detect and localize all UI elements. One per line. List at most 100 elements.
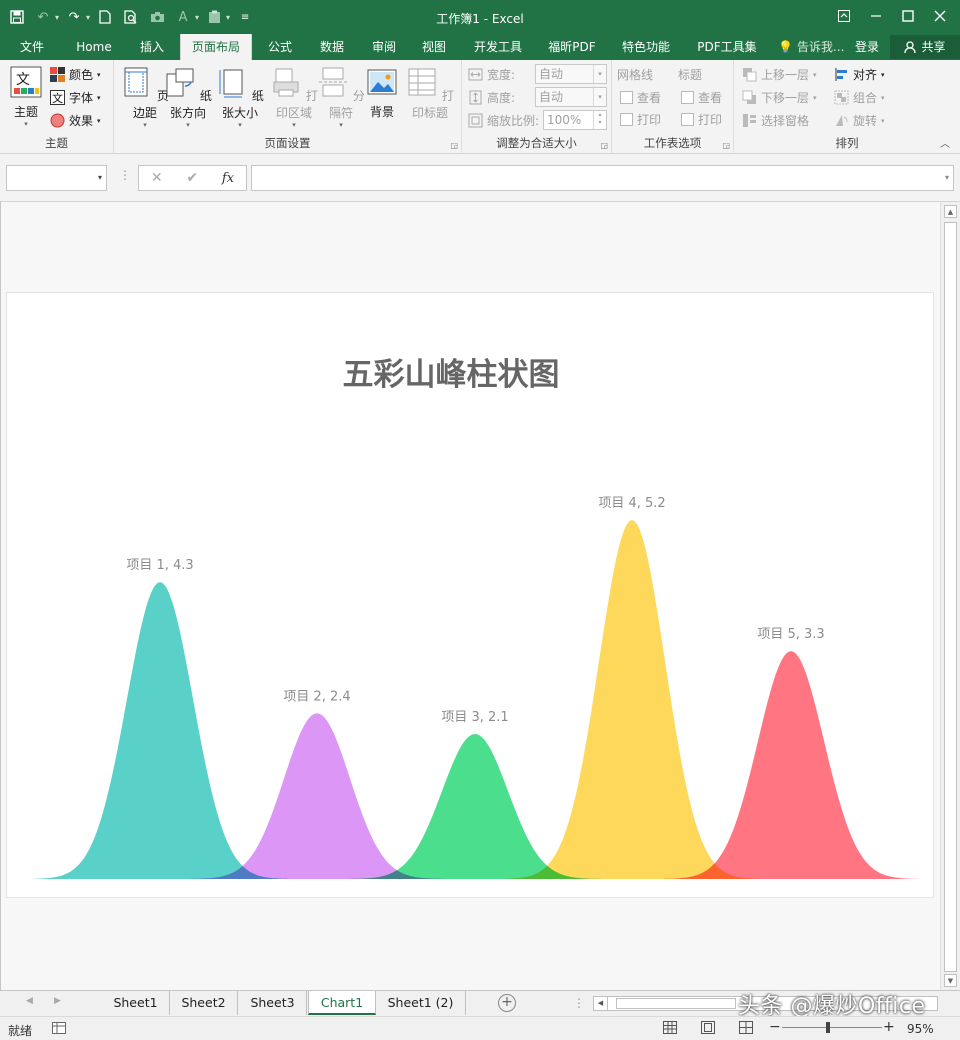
print-area-button[interactable]: 打印区域 ▾ <box>266 64 322 129</box>
vertical-scrollbar[interactable]: ▲ ▼ <box>940 202 960 990</box>
scroll-tabs-right-icon[interactable]: ▶ <box>54 996 61 1006</box>
resize-handle-icon[interactable]: ⋮ <box>119 168 131 182</box>
paste-dropdown-icon[interactable]: ▾ <box>226 13 230 22</box>
align-button[interactable]: 对齐 ▾ <box>834 64 885 85</box>
save-icon[interactable] <box>6 6 28 28</box>
minimize-icon[interactable] <box>860 4 892 28</box>
sheet-tab-1[interactable]: Sheet2 <box>170 991 238 1015</box>
tab-5[interactable]: 数据 <box>312 34 352 60</box>
data-label-1[interactable]: 项目 1, 4.3 <box>126 558 193 573</box>
expand-formula-bar-icon[interactable]: ▾ <box>945 173 949 182</box>
redo-icon[interactable]: ↷ <box>63 6 85 28</box>
gridlines-print-checkbox[interactable]: 打印 <box>620 109 661 130</box>
tab-8[interactable]: 开发工具 <box>466 34 530 60</box>
font-color-dropdown-icon[interactable]: ▾ <box>195 13 199 22</box>
customize-qat-icon[interactable]: ≡ <box>234 6 256 28</box>
scroll-up-icon[interactable]: ▲ <box>944 205 957 218</box>
zoom-out-icon[interactable]: − <box>769 1019 781 1035</box>
dialog-launcher-icon[interactable]: ◲ <box>450 141 458 150</box>
print-titles-button[interactable]: 打印标题 <box>402 64 458 128</box>
tab-11[interactable]: PDF工具集 <box>690 34 764 60</box>
undo-dropdown-icon[interactable]: ▾ <box>55 13 59 22</box>
dialog-launcher-icon[interactable]: ◲ <box>600 141 608 150</box>
enter-icon[interactable]: ✔ <box>186 170 198 186</box>
cancel-icon[interactable]: ✕ <box>151 170 163 186</box>
name-box[interactable]: ▾ <box>6 165 107 191</box>
theme-button[interactable]: 文 主题 ▾ <box>3 64 49 128</box>
scroll-thumb[interactable] <box>944 222 957 972</box>
undo-icon[interactable]: ↶ <box>32 6 54 28</box>
dialog-launcher-icon[interactable]: ◲ <box>722 141 730 150</box>
zoom-in-icon[interactable]: + <box>883 1019 895 1035</box>
horizontal-scrollbar[interactable]: ◀ <box>593 996 938 1011</box>
zoom-slider[interactable] <box>782 1027 882 1028</box>
horizontal-scroll-thumb[interactable] <box>616 998 736 1009</box>
chart-peak-4[interactable] <box>505 520 759 879</box>
paste-icon[interactable] <box>203 6 225 28</box>
data-label-5[interactable]: 项目 5, 3.3 <box>757 627 824 642</box>
sheet-tab-2[interactable]: Sheet3 <box>239 991 307 1015</box>
scroll-left-icon[interactable]: ◀ <box>594 997 608 1010</box>
bring-forward-button[interactable]: 上移一层 ▾ <box>742 64 817 85</box>
ribbon-display-options-icon[interactable] <box>828 4 860 28</box>
tab-9[interactable]: 福昕PDF <box>541 34 603 60</box>
share-button[interactable]: 共享 <box>890 35 960 59</box>
tab-2[interactable]: 插入 <box>132 34 172 60</box>
colors-button[interactable]: 颜色 ▾ <box>50 64 101 85</box>
zoom-percent[interactable]: 95% <box>907 1022 934 1036</box>
print-preview-icon[interactable] <box>120 6 142 28</box>
login-link[interactable]: 登录 <box>855 34 879 60</box>
page-break-view-icon[interactable] <box>739 1021 753 1034</box>
width-select[interactable]: 自动 ▾ <box>535 64 607 84</box>
insert-function-icon[interactable]: fx <box>222 171 234 186</box>
data-label-3[interactable]: 项目 3, 2.1 <box>441 710 508 725</box>
close-icon[interactable] <box>924 4 956 28</box>
sheet-tab-3[interactable]: Chart1 <box>308 991 376 1015</box>
font-color-icon[interactable]: A <box>172 6 194 28</box>
tab-3[interactable]: 页面布局 <box>180 34 252 60</box>
new-file-icon[interactable] <box>94 6 116 28</box>
data-label-2[interactable]: 项目 2, 2.4 <box>283 689 350 704</box>
add-sheet-icon[interactable]: + <box>498 994 516 1012</box>
selection-pane-button[interactable]: 选择窗格 <box>742 110 809 131</box>
gridlines-view-checkbox[interactable]: 查看 <box>620 87 661 108</box>
chart-title[interactable]: 五彩山峰柱状图 <box>343 357 560 393</box>
chevron-down-icon[interactable]: ▾ <box>98 173 102 182</box>
chart-peak-1[interactable] <box>33 582 287 879</box>
headings-view-checkbox[interactable]: 查看 <box>681 87 722 108</box>
breaks-button[interactable]: 分隔符 ▾ <box>316 64 366 129</box>
collapse-ribbon-icon[interactable]: ︿ <box>940 135 950 150</box>
size-button[interactable]: 纸张大小 ▾ <box>214 64 266 129</box>
sheet-tab-0[interactable]: Sheet1 <box>102 991 170 1015</box>
send-backward-button[interactable]: 下移一层 ▾ <box>742 87 817 108</box>
spinner-arrows-icon[interactable]: ▴ ▾ <box>593 111 606 129</box>
formula-input[interactable]: ▾ <box>251 165 954 191</box>
tell-me-box[interactable]: 💡 告诉我... <box>778 34 844 60</box>
scroll-tabs-left-icon[interactable]: ◀ <box>26 996 33 1006</box>
tab-1[interactable]: Home <box>70 34 118 60</box>
background-button[interactable]: 背景 <box>360 64 404 128</box>
sheet-tab-4[interactable]: Sheet1 (2) <box>376 991 466 1015</box>
macro-record-icon[interactable] <box>52 1022 66 1034</box>
tab-split-handle-icon[interactable]: ⋮ <box>573 996 585 1010</box>
height-select[interactable]: 自动 ▾ <box>535 87 607 107</box>
zoom-slider-thumb[interactable] <box>826 1022 830 1033</box>
tab-6[interactable]: 审阅 <box>364 34 404 60</box>
fonts-button[interactable]: 文 字体 ▾ <box>50 87 101 108</box>
headings-print-checkbox[interactable]: 打印 <box>681 109 722 130</box>
group-button[interactable]: 组合 ▾ <box>834 87 885 108</box>
camera-icon[interactable] <box>146 6 168 28</box>
tab-7[interactable]: 视图 <box>414 34 454 60</box>
scale-spinner[interactable]: 100% ▴ ▾ <box>543 110 607 130</box>
page-layout-view-icon[interactable] <box>701 1021 715 1034</box>
redo-dropdown-icon[interactable]: ▾ <box>86 13 90 22</box>
normal-view-icon[interactable] <box>663 1021 677 1034</box>
chart-area[interactable]: 五彩山峰柱状图项目 1, 4.3 项目 2, 2.4 项目 3, 2.1 项目 4, … <box>6 292 934 898</box>
scroll-down-icon[interactable]: ▼ <box>944 974 957 987</box>
tab-4[interactable]: 公式 <box>260 34 300 60</box>
tab-10[interactable]: 特色功能 <box>614 34 678 60</box>
rotate-button[interactable]: 旋转 ▾ <box>834 110 885 131</box>
effects-button[interactable]: 效果 ▾ <box>50 110 101 131</box>
data-label-4[interactable]: 项目 4, 5.2 <box>598 496 665 511</box>
maximize-icon[interactable] <box>892 4 924 28</box>
